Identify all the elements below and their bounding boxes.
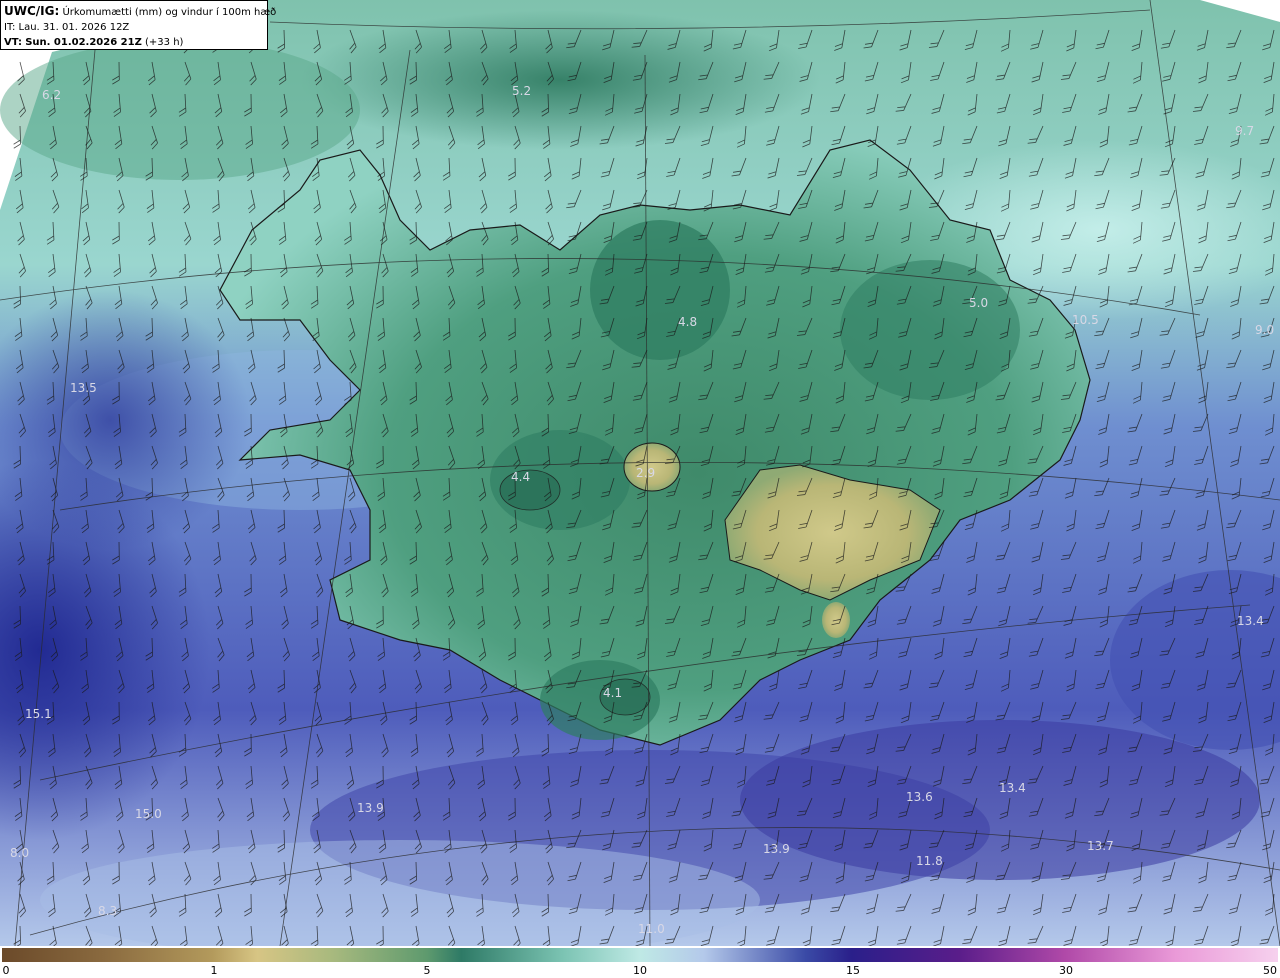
value-label: 5.0: [969, 296, 988, 310]
colorbar-tick: 1: [210, 964, 218, 977]
value-label: 9.0: [1255, 323, 1274, 337]
init-time-line: IT: Lau. 31. 01. 2026 12Z: [4, 20, 264, 35]
value-label: 11.8: [916, 854, 943, 868]
colorbar-tick: 50: [1263, 964, 1277, 977]
map-title: Úrkomumætti (mm) og vindur í 100m hæð: [62, 7, 277, 18]
value-label: 11.0: [638, 922, 665, 936]
value-label: 8.3: [98, 904, 117, 918]
colorbar-tick: 10: [633, 964, 647, 977]
value-label: 13.6: [906, 790, 933, 804]
precipitable-water-map: 6.2 5.2 9.7 5.0 4.8 10.5 9.0 13.5 4.4 2.…: [0, 0, 1280, 946]
value-label: 9.7: [1235, 124, 1254, 138]
value-label: 2.9: [636, 466, 655, 480]
value-label: 13.9: [357, 801, 384, 815]
valid-time-line: VT: Sun. 01.02.2026 21Z (+33 h): [4, 35, 264, 50]
value-label: 13.5: [70, 381, 97, 395]
valid-time: Sun. 01.02.2026 21Z: [25, 37, 142, 48]
value-label: 15.0: [135, 807, 162, 821]
colorbar-tick: 0: [2, 964, 10, 977]
lead-time: (+33 h): [145, 37, 184, 48]
valid-label: VT:: [4, 37, 23, 48]
value-label: 6.2: [42, 88, 61, 102]
value-label: 4.4: [511, 470, 530, 484]
value-label: 15.1: [25, 707, 52, 721]
value-label: 13.4: [1237, 614, 1264, 628]
value-label: 13.4: [999, 781, 1026, 795]
init-label: IT:: [4, 22, 16, 33]
map-figure: 6.2 5.2 9.7 5.0 4.8 10.5 9.0 13.5 4.4 2.…: [0, 0, 1280, 978]
value-label: 13.7: [1087, 839, 1114, 853]
colorbar-gradient: [2, 948, 1278, 962]
value-label: 8.0: [10, 846, 29, 860]
colorbar-tick: 15: [846, 964, 860, 977]
colorbar-tick: 30: [1059, 964, 1073, 977]
value-label: 13.9: [763, 842, 790, 856]
value-label: 10.5: [1072, 313, 1099, 327]
init-time: Lau. 31. 01. 2026 12Z: [18, 22, 130, 33]
colorbar-tick: 5: [423, 964, 431, 977]
colorbar: 0 1 5 10 15 30 50: [0, 946, 1280, 978]
value-label: 5.2: [512, 84, 531, 98]
value-label: 4.1: [603, 686, 622, 700]
model-name: UWC/IG:: [4, 4, 60, 18]
title-line: UWC/IG: Úrkomumætti (mm) og vindur í 100…: [4, 4, 276, 20]
value-label: 4.8: [678, 315, 697, 329]
map-header: UWC/IG: Úrkomumætti (mm) og vindur í 100…: [0, 0, 276, 50]
